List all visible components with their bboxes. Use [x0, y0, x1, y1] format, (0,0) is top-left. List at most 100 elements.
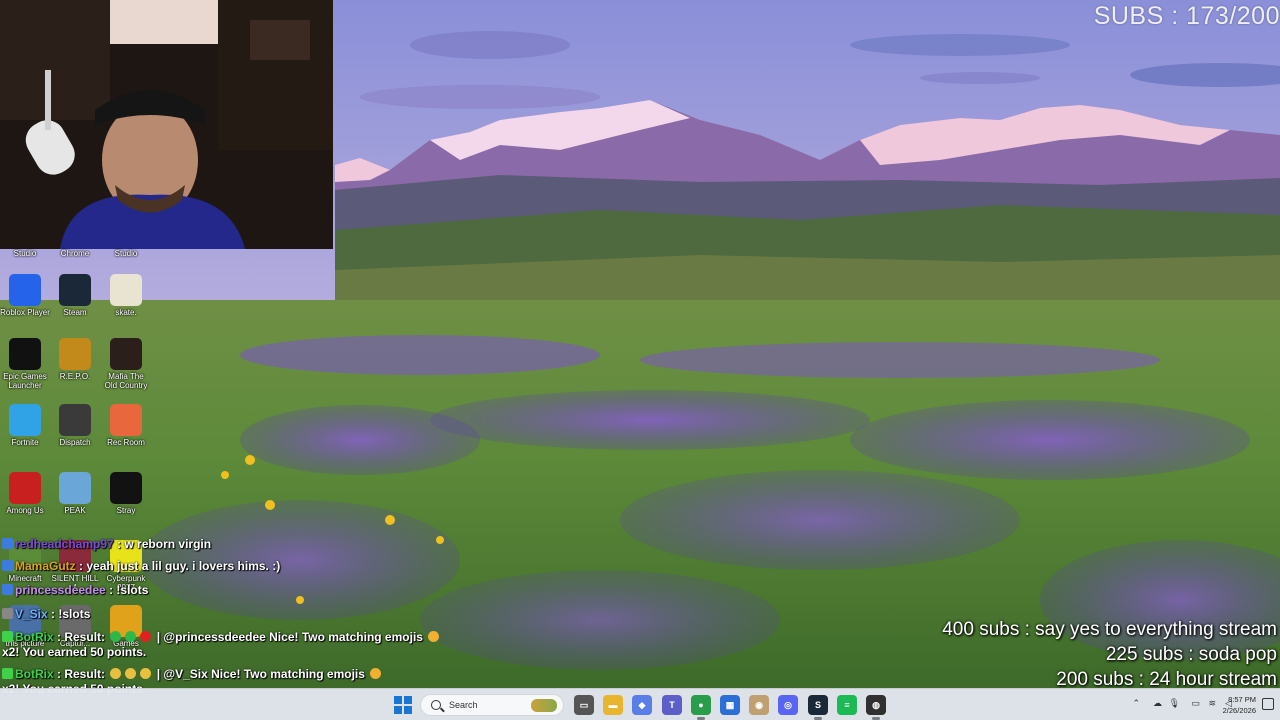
slot-emoji-icon	[110, 668, 122, 679]
emoji-icon	[370, 668, 382, 679]
windows-logo-icon	[394, 706, 402, 714]
chat-text: : w reborn virgin	[117, 537, 212, 551]
emoji-icon	[428, 631, 440, 642]
taskbar-store-icon[interactable]: ▦	[720, 695, 740, 715]
sub-goal-225: 225 subs : soda pop	[1105, 644, 1277, 665]
desktop-icon[interactable]: skate.	[101, 274, 151, 317]
chat-username: BotRix	[15, 630, 54, 644]
desktop-label-studio-1[interactable]: Studio	[0, 249, 50, 258]
chat-badge-icon	[2, 608, 13, 619]
clock-time: 8:57 PM	[1228, 695, 1256, 704]
taskbar-teams-icon[interactable]: T	[662, 695, 682, 715]
chat-badge-icon	[2, 560, 13, 571]
chat-text: : !slots	[109, 583, 149, 597]
webcam-feed	[0, 0, 333, 249]
desktop-icon-label: Roblox Player	[0, 308, 50, 317]
chat-message: redheadchamp97 : w reborn virgin	[2, 536, 492, 553]
desktop-icon[interactable]: Epic Games Launcher	[0, 338, 50, 390]
chat-username: BotRix	[15, 667, 54, 681]
taskbar-clock[interactable]: 8:57 PM 2/26/2026	[1223, 694, 1256, 716]
rec-room-icon	[110, 404, 142, 436]
chat-text: : Result:	[57, 630, 106, 644]
slot-emoji-icon	[125, 631, 137, 642]
desktop-icon[interactable]: Dispatch	[50, 404, 100, 447]
search-highlight-icon	[531, 699, 557, 712]
windows-logo-icon	[404, 706, 412, 714]
search-icon	[431, 700, 441, 710]
taskbar-discord-icon[interactable]: ◎	[778, 695, 798, 715]
stray-icon	[110, 472, 142, 504]
roblox-icon	[9, 274, 41, 306]
taskbar-obs-icon[interactable]: ◍	[866, 695, 886, 720]
chat-text: | @princessdeedee Nice! Two matching emo…	[156, 630, 423, 644]
desktop-icon[interactable]: Among Us	[0, 472, 50, 515]
desktop-icon-label: Steam	[63, 308, 87, 317]
desktop-icon-label: skate.	[115, 308, 137, 317]
sub-goals: 400 subs : say yes to everything stream …	[942, 617, 1277, 692]
desktop-icon-label: Dispatch	[59, 438, 91, 447]
chat-username: MamaGutz	[15, 559, 76, 573]
desktop-icon[interactable]: Rec Room	[101, 404, 151, 447]
notification-bell-icon[interactable]	[1262, 698, 1274, 710]
desktop-icon-label: Fortnite	[11, 438, 39, 447]
desktop-label-studio-2[interactable]: Studio	[101, 249, 151, 258]
desktop-icon-label: Rec Room	[107, 438, 145, 447]
chat-message: princessdeedee : !slots	[2, 582, 492, 599]
taskbar-search[interactable]: Search	[420, 694, 564, 716]
chat-text: x2! You earned 50 points.	[2, 645, 147, 659]
slot-emoji-icon	[125, 668, 137, 679]
search-label: Search	[449, 700, 478, 710]
sub-goal-400: 400 subs : say yes to everything stream	[942, 619, 1277, 640]
repo-icon	[59, 338, 91, 370]
taskbar-chrome-icon[interactable]: ●	[691, 695, 711, 720]
onedrive-icon[interactable]: ☁	[1153, 698, 1162, 709]
taskbar-game-app-icon[interactable]: ◉	[749, 695, 769, 715]
epic-games-icon	[9, 338, 41, 370]
wifi-icon[interactable]: ≋	[1208, 698, 1216, 709]
chat-badge-icon	[2, 631, 13, 642]
chat-username: V_Six	[15, 607, 48, 621]
desktop-icon[interactable]: Mafia The Old Country	[101, 338, 151, 390]
taskbar: Search ▭ ▬ ◆ T ● ▦ ◉ ◎ S ≡ ◍ ⌃ ☁ 🎙 ▭ ≋ ◁ 8:57 PM 2…	[0, 688, 1280, 720]
desktop-icon[interactable]: Fortnite	[0, 404, 50, 447]
taskbar-task-view-icon[interactable]: ▭	[574, 695, 594, 715]
chat-username: princessdeedee	[15, 583, 106, 597]
desktop-icon-label: Among Us	[6, 506, 44, 515]
desktop-icon[interactable]: PEAK	[50, 472, 100, 515]
desktop-label-chrome[interactable]: Chrome	[50, 249, 100, 258]
desktop-icon-label: R.E.P.O.	[59, 372, 91, 381]
chat-message: BotRix : Result: | @princessdeedee Nice!…	[2, 630, 492, 660]
taskbar-steam-icon[interactable]: S	[808, 695, 828, 720]
chat-message: V_Six : !slots	[2, 606, 492, 623]
desktop-icon-label: Epic Games Launcher	[3, 372, 47, 390]
slot-emoji-icon	[140, 631, 152, 642]
fortnite-icon	[9, 404, 41, 436]
peak-icon	[59, 472, 91, 504]
desktop-icon-label: Stray	[116, 506, 136, 515]
chat-text: | @V_Six Nice! Two matching emojis	[156, 667, 365, 681]
steam-icon	[59, 274, 91, 306]
display-icon[interactable]: ▭	[1191, 698, 1200, 709]
desktop-icon[interactable]: Roblox Player	[0, 274, 50, 317]
slot-emoji-icon	[110, 631, 122, 642]
desktop-icon[interactable]: Steam	[50, 274, 100, 317]
taskbar-file-explorer-icon[interactable]: ▬	[603, 695, 623, 715]
desktop-icon[interactable]: R.E.P.O.	[50, 338, 100, 381]
taskbar-spotify-icon[interactable]: ≡	[837, 695, 857, 715]
desktop-icon[interactable]: Stray	[101, 472, 151, 515]
skate-icon	[110, 274, 142, 306]
chat-overlay: redheadchamp97 : w reborn virgin MamaGut…	[2, 536, 492, 704]
clock-date: 2/26/2026	[1222, 706, 1256, 715]
windows-logo-icon	[394, 696, 402, 704]
start-button[interactable]	[394, 696, 412, 714]
tray-chevron-icon[interactable]: ⌃	[1132, 698, 1140, 709]
chat-message: MamaGutz : yeah just a lil guy. i lovers…	[2, 558, 492, 575]
mafia-icon	[110, 338, 142, 370]
mic-icon[interactable]: 🎙	[1169, 698, 1180, 709]
chat-text: : yeah just a lil guy. i lovers hims. :)	[79, 559, 281, 573]
windows-logo-icon	[404, 696, 412, 704]
taskbar-copilot-icon[interactable]: ◆	[632, 695, 652, 715]
subs-counter: SUBS : 173/200	[1093, 2, 1280, 30]
among-us-icon	[9, 472, 41, 504]
chat-text: : Result:	[57, 667, 106, 681]
